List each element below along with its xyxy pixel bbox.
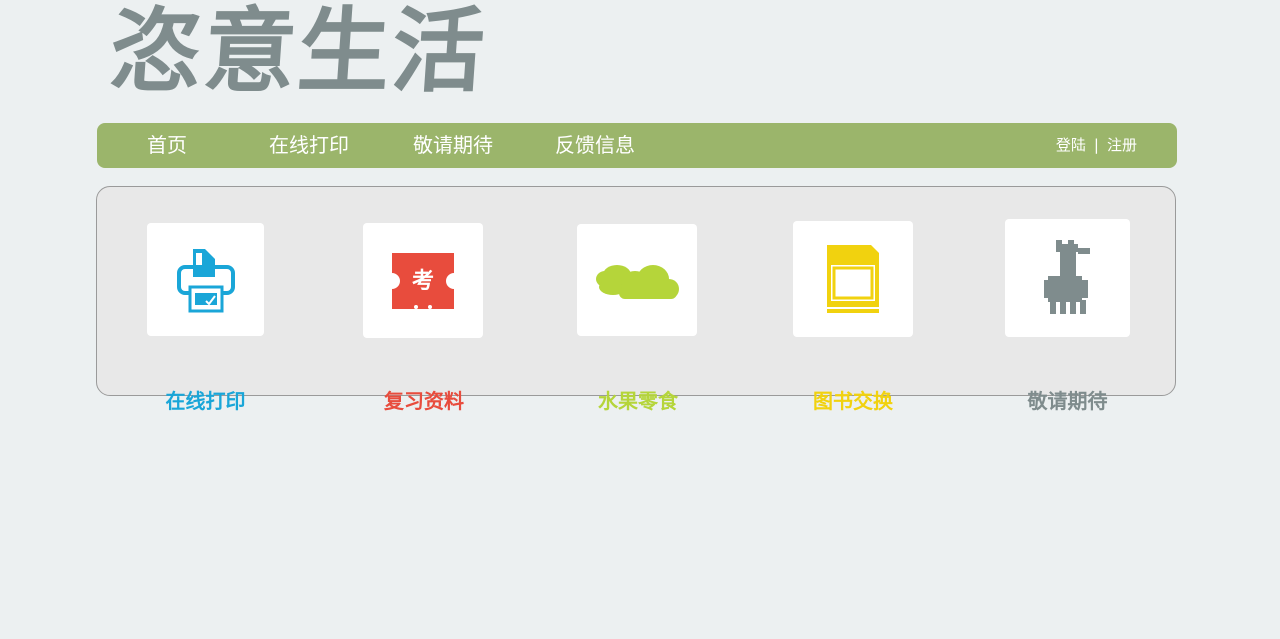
feature-tile: [1005, 219, 1130, 337]
feature-label-book-exchange: 图书交换: [813, 389, 893, 413]
feature-book-exchange[interactable]: 图书交换: [793, 221, 915, 413]
auth-separator: |: [1093, 136, 1099, 154]
feature-label-coming-soon: 敬请期待: [1027, 389, 1108, 413]
feature-tile: [577, 224, 697, 336]
login-link[interactable]: 登陆: [1056, 136, 1086, 154]
feature-label-review-materials: 复习资料: [384, 389, 464, 413]
svg-text:考: 考: [412, 269, 434, 294]
feature-label-online-print: 在线打印: [165, 389, 246, 413]
nav-item-coming-soon[interactable]: 敬请期待: [413, 123, 493, 168]
features-panel: 在线打印 考 复习资料 水果零食 图书交换 敬请期待: [96, 186, 1176, 413]
feature-online-print[interactable]: 在线打印: [147, 223, 267, 413]
nav-item-home[interactable]: 首页: [147, 123, 187, 168]
feature-tile: [147, 223, 264, 336]
register-link[interactable]: 注册: [1107, 136, 1137, 154]
feature-fruit-snacks[interactable]: 水果零食: [577, 224, 699, 413]
auth-links: 登陆 | 注册: [1056, 123, 1137, 168]
nav-item-online-print[interactable]: 在线打印: [269, 123, 349, 168]
feature-coming-soon[interactable]: 敬请期待: [1005, 219, 1132, 413]
site-logo[interactable]: 恣意生活: [106, 0, 489, 105]
feature-tile: [793, 221, 913, 337]
feature-tile: 考: [363, 223, 483, 338]
nav-item-feedback[interactable]: 反馈信息: [555, 123, 635, 168]
main-navbar: 首页 在线打印 敬请期待 反馈信息 登陆 | 注册: [97, 123, 1177, 168]
feature-review-materials[interactable]: 考 复习资料: [363, 223, 485, 413]
feature-label-fruit-snacks: 水果零食: [598, 389, 678, 413]
